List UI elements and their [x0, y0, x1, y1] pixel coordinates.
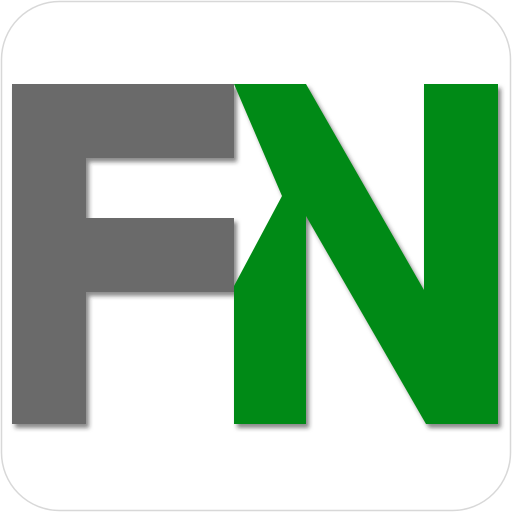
app-icon: FN — [0, 0, 512, 512]
fn-logo: FN — [0, 0, 512, 512]
